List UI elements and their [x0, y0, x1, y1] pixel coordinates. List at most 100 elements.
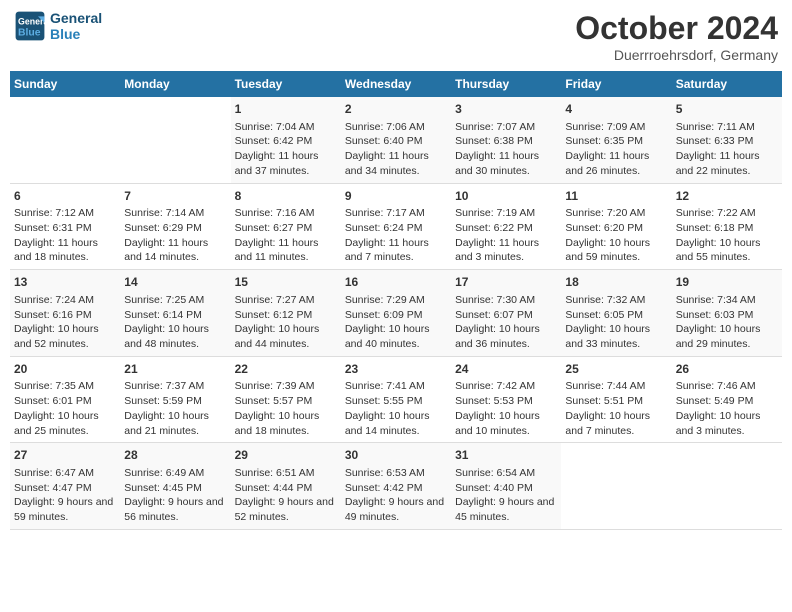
day-number: 20 [14, 361, 116, 378]
day-number: 6 [14, 188, 116, 205]
day-info: Sunrise: 6:47 AM [14, 466, 116, 481]
calendar-cell: 23Sunrise: 7:41 AMSunset: 5:55 PMDayligh… [341, 356, 451, 443]
calendar-cell: 4Sunrise: 7:09 AMSunset: 6:35 PMDaylight… [561, 97, 671, 183]
day-info: Sunset: 6:35 PM [565, 134, 667, 149]
location: Duerrroehrsdorf, Germany [575, 47, 778, 63]
title-block: October 2024 Duerrroehrsdorf, Germany [575, 10, 778, 63]
day-info: Sunrise: 7:39 AM [235, 379, 337, 394]
day-info: Sunset: 6:40 PM [345, 134, 447, 149]
day-info: Sunrise: 7:09 AM [565, 120, 667, 135]
day-info: Sunrise: 6:51 AM [235, 466, 337, 481]
day-info: Sunset: 4:40 PM [455, 481, 557, 496]
day-info: Sunrise: 7:17 AM [345, 206, 447, 221]
day-number: 5 [676, 101, 778, 118]
day-info: Daylight: 10 hours and 48 minutes. [124, 322, 226, 351]
calendar-cell: 11Sunrise: 7:20 AMSunset: 6:20 PMDayligh… [561, 183, 671, 270]
day-info: Sunset: 6:31 PM [14, 221, 116, 236]
calendar-cell: 29Sunrise: 6:51 AMSunset: 4:44 PMDayligh… [231, 443, 341, 530]
day-number: 14 [124, 274, 226, 291]
day-info: Daylight: 11 hours and 26 minutes. [565, 149, 667, 178]
day-number: 7 [124, 188, 226, 205]
day-info: Sunrise: 7:37 AM [124, 379, 226, 394]
header-day-saturday: Saturday [672, 71, 782, 97]
day-info: Daylight: 10 hours and 14 minutes. [345, 409, 447, 438]
day-info: Daylight: 10 hours and 7 minutes. [565, 409, 667, 438]
day-info: Sunrise: 7:35 AM [14, 379, 116, 394]
day-info: Sunset: 6:01 PM [14, 394, 116, 409]
day-info: Sunset: 6:22 PM [455, 221, 557, 236]
day-info: Sunrise: 7:25 AM [124, 293, 226, 308]
calendar-cell: 18Sunrise: 7:32 AMSunset: 6:05 PMDayligh… [561, 270, 671, 357]
day-info: Daylight: 10 hours and 29 minutes. [676, 322, 778, 351]
calendar-cell [10, 97, 120, 183]
day-number: 3 [455, 101, 557, 118]
day-info: Sunrise: 7:04 AM [235, 120, 337, 135]
calendar-cell: 6Sunrise: 7:12 AMSunset: 6:31 PMDaylight… [10, 183, 120, 270]
calendar-cell: 25Sunrise: 7:44 AMSunset: 5:51 PMDayligh… [561, 356, 671, 443]
week-row-2: 6Sunrise: 7:12 AMSunset: 6:31 PMDaylight… [10, 183, 782, 270]
calendar-cell [561, 443, 671, 530]
day-info: Sunset: 6:24 PM [345, 221, 447, 236]
page-header: General Blue General Blue October 2024 D… [10, 10, 782, 63]
calendar-cell: 1Sunrise: 7:04 AMSunset: 6:42 PMDaylight… [231, 97, 341, 183]
day-number: 8 [235, 188, 337, 205]
day-info: Daylight: 9 hours and 59 minutes. [14, 495, 116, 524]
day-info: Sunset: 6:27 PM [235, 221, 337, 236]
calendar-cell: 21Sunrise: 7:37 AMSunset: 5:59 PMDayligh… [120, 356, 230, 443]
day-number: 9 [345, 188, 447, 205]
calendar-cell: 15Sunrise: 7:27 AMSunset: 6:12 PMDayligh… [231, 270, 341, 357]
day-info: Sunrise: 7:11 AM [676, 120, 778, 135]
day-info: Daylight: 11 hours and 34 minutes. [345, 149, 447, 178]
day-info: Sunset: 6:05 PM [565, 308, 667, 323]
day-number: 15 [235, 274, 337, 291]
day-info: Sunset: 5:59 PM [124, 394, 226, 409]
header-row: SundayMondayTuesdayWednesdayThursdayFrid… [10, 71, 782, 97]
calendar-cell: 30Sunrise: 6:53 AMSunset: 4:42 PMDayligh… [341, 443, 451, 530]
day-info: Sunset: 6:07 PM [455, 308, 557, 323]
calendar-cell: 26Sunrise: 7:46 AMSunset: 5:49 PMDayligh… [672, 356, 782, 443]
day-info: Sunrise: 7:19 AM [455, 206, 557, 221]
calendar-cell: 27Sunrise: 6:47 AMSunset: 4:47 PMDayligh… [10, 443, 120, 530]
day-info: Sunrise: 7:16 AM [235, 206, 337, 221]
day-info: Sunrise: 7:27 AM [235, 293, 337, 308]
day-info: Daylight: 10 hours and 10 minutes. [455, 409, 557, 438]
day-info: Sunrise: 7:20 AM [565, 206, 667, 221]
logo-text: General Blue [50, 10, 102, 42]
day-info: Sunrise: 6:53 AM [345, 466, 447, 481]
logo: General Blue General Blue [14, 10, 102, 42]
calendar-cell: 8Sunrise: 7:16 AMSunset: 6:27 PMDaylight… [231, 183, 341, 270]
day-number: 19 [676, 274, 778, 291]
day-info: Sunrise: 7:34 AM [676, 293, 778, 308]
calendar-cell: 24Sunrise: 7:42 AMSunset: 5:53 PMDayligh… [451, 356, 561, 443]
calendar-cell: 31Sunrise: 6:54 AMSunset: 4:40 PMDayligh… [451, 443, 561, 530]
day-info: Daylight: 9 hours and 49 minutes. [345, 495, 447, 524]
day-info: Sunrise: 7:24 AM [14, 293, 116, 308]
header-day-thursday: Thursday [451, 71, 561, 97]
day-info: Daylight: 11 hours and 22 minutes. [676, 149, 778, 178]
day-info: Daylight: 11 hours and 18 minutes. [14, 236, 116, 265]
calendar-cell: 12Sunrise: 7:22 AMSunset: 6:18 PMDayligh… [672, 183, 782, 270]
day-info: Sunrise: 7:46 AM [676, 379, 778, 394]
calendar-cell: 20Sunrise: 7:35 AMSunset: 6:01 PMDayligh… [10, 356, 120, 443]
day-info: Sunrise: 7:07 AM [455, 120, 557, 135]
day-info: Daylight: 10 hours and 21 minutes. [124, 409, 226, 438]
day-number: 1 [235, 101, 337, 118]
day-info: Sunset: 5:53 PM [455, 394, 557, 409]
calendar-cell [672, 443, 782, 530]
logo-icon: General Blue [14, 10, 46, 42]
day-number: 13 [14, 274, 116, 291]
calendar-cell: 10Sunrise: 7:19 AMSunset: 6:22 PMDayligh… [451, 183, 561, 270]
day-info: Daylight: 9 hours and 45 minutes. [455, 495, 557, 524]
day-info: Sunset: 6:38 PM [455, 134, 557, 149]
day-info: Sunrise: 7:12 AM [14, 206, 116, 221]
day-number: 12 [676, 188, 778, 205]
day-info: Sunrise: 7:41 AM [345, 379, 447, 394]
calendar-body: 1Sunrise: 7:04 AMSunset: 6:42 PMDaylight… [10, 97, 782, 529]
day-info: Daylight: 11 hours and 3 minutes. [455, 236, 557, 265]
calendar-cell: 2Sunrise: 7:06 AMSunset: 6:40 PMDaylight… [341, 97, 451, 183]
day-info: Sunrise: 7:44 AM [565, 379, 667, 394]
day-info: Daylight: 10 hours and 18 minutes. [235, 409, 337, 438]
calendar-cell: 3Sunrise: 7:07 AMSunset: 6:38 PMDaylight… [451, 97, 561, 183]
day-info: Daylight: 9 hours and 52 minutes. [235, 495, 337, 524]
day-info: Sunset: 5:57 PM [235, 394, 337, 409]
